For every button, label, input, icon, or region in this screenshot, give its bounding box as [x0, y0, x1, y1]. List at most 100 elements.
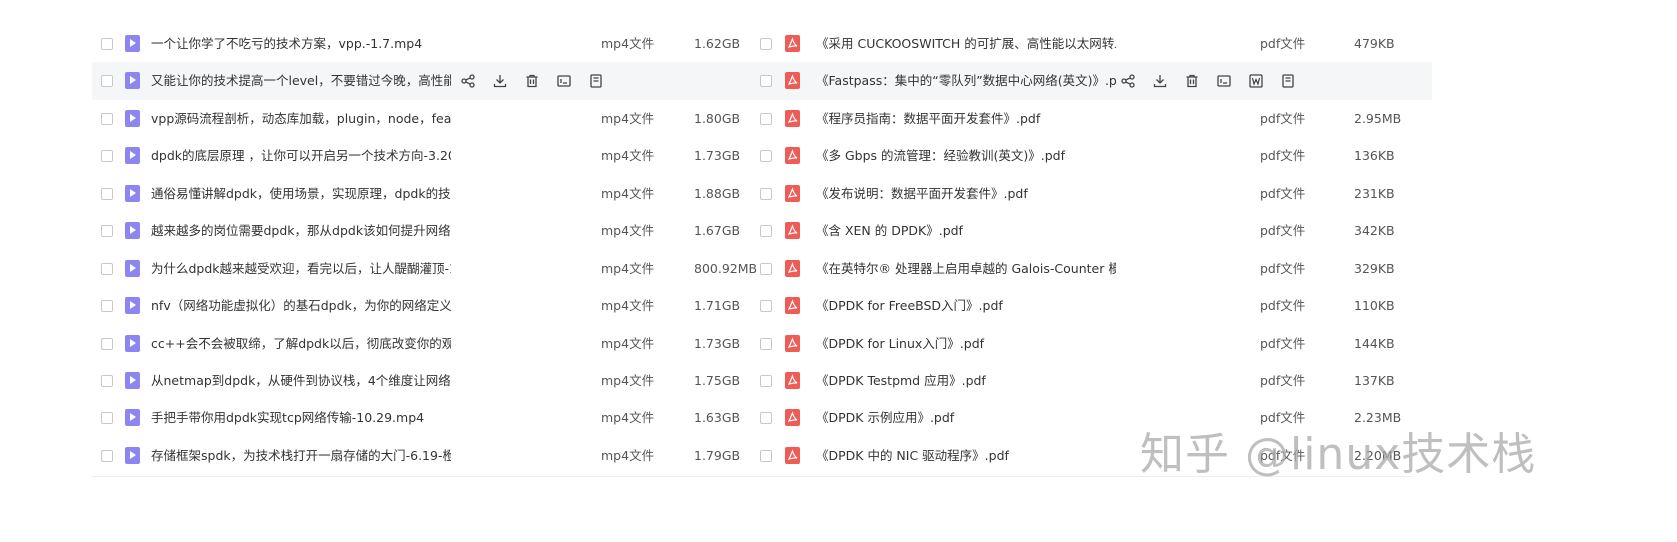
file-row[interactable]: 一个让你学了不吃亏的技术方案，vpp.-1.7.mp4 mp4文件 1.62GB: [92, 25, 752, 63]
file-name[interactable]: 《DPDK 示例应用》.pdf: [816, 399, 1116, 437]
file-row[interactable]: 越来越多的岗位需要dpdk，那从dpdk该如何提升网络底... mp4文件 1.…: [92, 212, 752, 250]
row-checkbox[interactable]: [101, 188, 113, 200]
row-checkbox[interactable]: [760, 450, 772, 462]
file-row[interactable]: 《含 XEN 的 DPDK》.pdf pdf文件 342KB: [752, 212, 1432, 250]
pdf-file-icon: [785, 185, 800, 202]
row-checkbox[interactable]: [760, 263, 772, 275]
file-row[interactable]: dpdk的底层原理 ，让你可以开启另一个技术方向-3.20-... mp4文件 …: [92, 137, 752, 175]
file-name[interactable]: nfv（网络功能虚拟化）的基石dpdk，为你的网络定义新...: [151, 287, 451, 325]
file-row[interactable]: cc++会不会被取缔，了解dpdk以后，彻底改变你的观念... mp4文件 1.…: [92, 325, 752, 363]
pdf-file-icon: [785, 72, 800, 89]
file-row[interactable]: nfv（网络功能虚拟化）的基石dpdk，为你的网络定义新... mp4文件 1.…: [92, 287, 752, 325]
file-name[interactable]: 通俗易懂讲解dpdk，使用场景，实现原理，dpdk的技术...: [151, 175, 451, 213]
file-name[interactable]: 《DPDK for Linux入门》.pdf: [816, 325, 1116, 363]
file-type: pdf文件: [1260, 223, 1306, 238]
file-size: 1.75GB: [694, 373, 741, 388]
row-checkbox[interactable]: [760, 75, 772, 87]
row-checkbox[interactable]: [101, 38, 113, 50]
more-icon[interactable]: [1280, 73, 1296, 89]
file-name[interactable]: 为什么dpdk越来越受欢迎，看完以后，让人醍醐灌顶-1....: [151, 250, 451, 288]
word-icon[interactable]: [1248, 73, 1264, 89]
row-actions: [1120, 62, 1312, 100]
row-checkbox[interactable]: [101, 150, 113, 162]
file-row[interactable]: 为什么dpdk越来越受欢迎，看完以后，让人醍醐灌顶-1.... mp4文件 80…: [92, 250, 757, 288]
file-type: mp4文件: [601, 298, 655, 313]
row-checkbox[interactable]: [101, 75, 113, 87]
file-name[interactable]: 《含 XEN 的 DPDK》.pdf: [816, 212, 1116, 250]
file-type: pdf文件: [1260, 148, 1306, 163]
share-icon[interactable]: [1120, 73, 1136, 89]
watermark: 知乎 @linux技术栈: [1140, 429, 1537, 480]
file-row[interactable]: 《采用 CUCKOOSWITCH 的可扩展、高性能以太网转发(... pdf文件…: [752, 25, 1432, 63]
file-type: mp4文件: [601, 410, 655, 425]
file-name[interactable]: 《DPDK for FreeBSD入门》.pdf: [816, 287, 1116, 325]
trash-icon[interactable]: [1184, 73, 1200, 89]
file-name[interactable]: vpp源码流程剖析，动态库加载，plugin，node，featru...: [151, 100, 451, 138]
file-row[interactable]: 《DPDK Testpmd 应用》.pdf pdf文件 137KB: [752, 362, 1432, 400]
row-checkbox[interactable]: [760, 375, 772, 387]
video-file-icon: [125, 260, 140, 277]
file-name[interactable]: 一个让你学了不吃亏的技术方案，vpp.-1.7.mp4: [151, 25, 451, 63]
share-icon[interactable]: [460, 73, 476, 89]
row-checkbox[interactable]: [760, 412, 772, 424]
file-row[interactable]: 存储框架spdk，为技术栈打开一扇存储的大门-6.19-橙子... mp4文件 …: [92, 437, 752, 475]
file-name[interactable]: 又能让你的技术提高一个level，不要错过今晚，高性能网...: [151, 62, 451, 100]
video-file-icon: [125, 409, 140, 426]
file-row[interactable]: 《程序员指南：数据平面开发套件》.pdf pdf文件 2.95MB: [752, 100, 1432, 138]
file-name[interactable]: 《Fastpass：集中的“零队列”数据中心网络(英文)》.pdf: [816, 62, 1116, 100]
pdf-file-icon: [785, 110, 800, 127]
file-name[interactable]: cc++会不会被取缔，了解dpdk以后，彻底改变你的观念...: [151, 325, 451, 363]
file-row[interactable]: vpp源码流程剖析，动态库加载，plugin，node，featru... mp…: [92, 100, 752, 138]
row-checkbox[interactable]: [760, 225, 772, 237]
file-size: 1.80GB: [694, 111, 741, 126]
file-row[interactable]: 《在英特尔® 处理器上启用卓越的 Galois-Counter 模式... pd…: [752, 250, 1432, 288]
row-checkbox[interactable]: [101, 113, 113, 125]
video-file-icon: [125, 335, 140, 352]
file-size: 1.63GB: [694, 410, 741, 425]
file-row[interactable]: 手把手带你用dpdk实现tcp网络传输-10.29.mp4 mp4文件 1.63…: [92, 399, 752, 437]
file-name[interactable]: 《在英特尔® 处理器上启用卓越的 Galois-Counter 模式...: [816, 250, 1116, 288]
row-checkbox[interactable]: [760, 113, 772, 125]
file-row[interactable]: 从netmap到dpdk，从硬件到协议栈，4个维度让网络体... mp4文件 1…: [92, 362, 752, 400]
row-checkbox[interactable]: [101, 263, 113, 275]
video-file-icon: [125, 147, 140, 164]
row-checkbox[interactable]: [760, 338, 772, 350]
row-checkbox[interactable]: [760, 38, 772, 50]
row-checkbox[interactable]: [101, 300, 113, 312]
trash-icon[interactable]: [524, 73, 540, 89]
file-size: 1.79GB: [694, 448, 741, 463]
file-name[interactable]: 《采用 CUCKOOSWITCH 的可扩展、高性能以太网转发(...: [816, 25, 1116, 63]
file-name[interactable]: 《DPDK 中的 NIC 驱动程序》.pdf: [816, 437, 1116, 475]
more-icon[interactable]: [588, 73, 604, 89]
file-name[interactable]: 从netmap到dpdk，从硬件到协议栈，4个维度让网络体...: [151, 362, 451, 400]
row-checkbox[interactable]: [101, 375, 113, 387]
file-name[interactable]: 越来越多的岗位需要dpdk，那从dpdk该如何提升网络底...: [151, 212, 451, 250]
rename-icon[interactable]: [1216, 73, 1232, 89]
row-checkbox[interactable]: [101, 225, 113, 237]
file-name[interactable]: 《程序员指南：数据平面开发套件》.pdf: [816, 100, 1116, 138]
file-name[interactable]: dpdk的底层原理 ，让你可以开启另一个技术方向-3.20-...: [151, 137, 451, 175]
rename-icon[interactable]: [556, 73, 572, 89]
row-checkbox[interactable]: [101, 450, 113, 462]
row-checkbox[interactable]: [101, 338, 113, 350]
file-row[interactable]: 《多 Gbps 的流管理：经验教训(英文)》.pdf pdf文件 136KB: [752, 137, 1432, 175]
download-icon[interactable]: [492, 73, 508, 89]
row-checkbox[interactable]: [760, 150, 772, 162]
row-checkbox[interactable]: [101, 412, 113, 424]
file-name[interactable]: 《DPDK Testpmd 应用》.pdf: [816, 362, 1116, 400]
file-name[interactable]: 《多 Gbps 的流管理：经验教训(英文)》.pdf: [816, 137, 1116, 175]
file-type: pdf文件: [1260, 336, 1306, 351]
file-row-hovered[interactable]: 又能让你的技术提高一个level，不要错过今晚，高性能网...: [92, 62, 752, 100]
pdf-file-icon: [785, 297, 800, 314]
file-name[interactable]: 存储框架spdk，为技术栈打开一扇存储的大门-6.19-橙子...: [151, 437, 451, 475]
file-row[interactable]: 《DPDK for Linux入门》.pdf pdf文件 144KB: [752, 325, 1432, 363]
file-row[interactable]: 《DPDK for FreeBSD入门》.pdf pdf文件 110KB: [752, 287, 1432, 325]
file-name[interactable]: 手把手带你用dpdk实现tcp网络传输-10.29.mp4: [151, 399, 451, 437]
file-row[interactable]: 《发布说明：数据平面开发套件》.pdf pdf文件 231KB: [752, 175, 1432, 213]
row-checkbox[interactable]: [760, 300, 772, 312]
download-icon[interactable]: [1152, 73, 1168, 89]
file-row[interactable]: 通俗易懂讲解dpdk，使用场景，实现原理，dpdk的技术... mp4文件 1.…: [92, 175, 752, 213]
row-checkbox[interactable]: [760, 188, 772, 200]
file-row-hovered[interactable]: 《Fastpass：集中的“零队列”数据中心网络(英文)》.pdf: [752, 62, 1432, 100]
file-name[interactable]: 《发布说明：数据平面开发套件》.pdf: [816, 175, 1116, 213]
